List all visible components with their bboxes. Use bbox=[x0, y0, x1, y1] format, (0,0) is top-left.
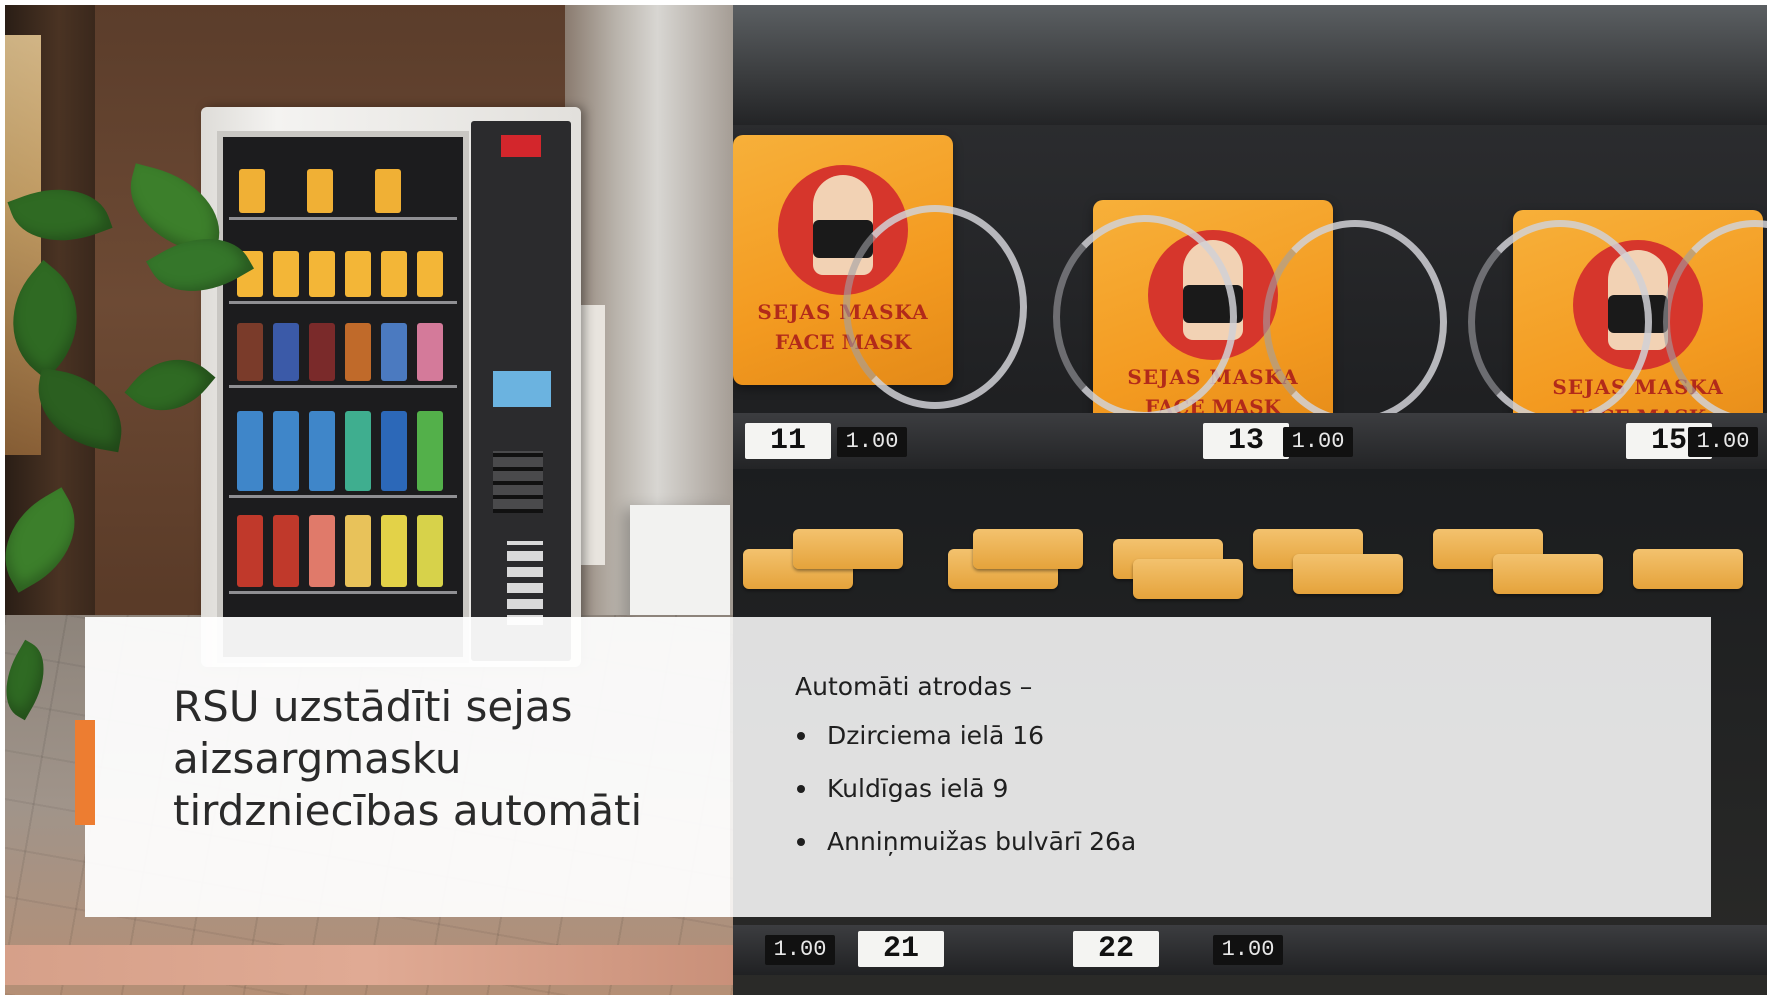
location-text: Kuldīgas ielā 9 bbox=[827, 774, 1009, 803]
bullet-icon bbox=[797, 785, 805, 793]
snack-bag bbox=[1293, 554, 1403, 594]
product bbox=[309, 323, 335, 381]
locations-list: Dzirciema ielā 16 Kuldīgas ielā 9 Anniņm… bbox=[795, 721, 1136, 880]
bottle bbox=[417, 411, 443, 491]
slide-title: RSU uzstādīti sejas aizsargmasku tirdzni… bbox=[173, 682, 643, 835]
machine-display bbox=[493, 371, 551, 407]
list-item: Anniņmuižas bulvārī 26a bbox=[795, 827, 1136, 880]
leaf bbox=[29, 367, 131, 453]
vending-machine-control-panel bbox=[471, 121, 571, 661]
leaf bbox=[5, 639, 60, 721]
snack-bag bbox=[793, 529, 903, 569]
bottle bbox=[345, 411, 371, 491]
locations-intro: Automāti atrodas – bbox=[795, 672, 1033, 701]
product bbox=[345, 251, 371, 297]
list-item: Kuldīgas ielā 9 bbox=[795, 774, 1136, 827]
slot-price: 1.00 bbox=[1283, 427, 1353, 457]
bottle bbox=[417, 515, 443, 587]
location-text: Anniņmuižas bulvārī 26a bbox=[827, 827, 1137, 856]
snack-bag bbox=[1633, 549, 1743, 589]
product bbox=[375, 169, 401, 213]
bottle bbox=[309, 515, 335, 587]
machine-logo bbox=[501, 135, 541, 157]
keypad bbox=[493, 451, 543, 513]
price-rail: 11 1.00 13 1.00 15 1.00 bbox=[733, 413, 1767, 469]
slot-number: 11 bbox=[745, 423, 831, 459]
bottle bbox=[345, 515, 371, 587]
accent-bar bbox=[75, 720, 95, 825]
leaf bbox=[5, 487, 97, 593]
product bbox=[417, 323, 443, 381]
white-block bbox=[630, 505, 730, 625]
spiral-coil bbox=[1053, 215, 1237, 419]
snack-bag bbox=[973, 529, 1083, 569]
slot-price: 1.00 bbox=[837, 427, 907, 457]
slot-number: 22 bbox=[1073, 931, 1159, 967]
product bbox=[309, 251, 335, 297]
price-rail: 1.00 21 22 1.00 bbox=[733, 925, 1767, 975]
bottle bbox=[381, 411, 407, 491]
slot-price: 1.00 bbox=[765, 935, 835, 965]
leaf bbox=[5, 259, 105, 381]
product bbox=[417, 251, 443, 297]
bullet-icon bbox=[797, 838, 805, 846]
floor-stripe bbox=[5, 945, 733, 985]
snack-bag bbox=[1133, 559, 1243, 599]
slide: SEJAS MASKA FACE MASK SEJAS MASKA FACE M… bbox=[5, 5, 1767, 995]
spiral-coil bbox=[1468, 220, 1652, 424]
location-text: Dzirciema ielā 16 bbox=[827, 721, 1045, 750]
product bbox=[381, 323, 407, 381]
spiral-coil bbox=[843, 205, 1027, 409]
snack-bag bbox=[1493, 554, 1603, 594]
slot-price: 1.00 bbox=[1688, 427, 1758, 457]
slot-number: 21 bbox=[858, 931, 944, 967]
bottle bbox=[309, 411, 335, 491]
product bbox=[381, 251, 407, 297]
machine-top bbox=[733, 5, 1767, 125]
list-item: Dzirciema ielā 16 bbox=[795, 721, 1136, 774]
slot-price: 1.00 bbox=[1213, 935, 1283, 965]
product bbox=[345, 323, 371, 381]
bottle bbox=[381, 515, 407, 587]
spiral-coil bbox=[1263, 220, 1447, 424]
bullet-icon bbox=[797, 732, 805, 740]
leaf bbox=[7, 171, 113, 259]
slot-number: 13 bbox=[1203, 423, 1289, 459]
leaf bbox=[124, 338, 216, 432]
product bbox=[307, 169, 333, 213]
